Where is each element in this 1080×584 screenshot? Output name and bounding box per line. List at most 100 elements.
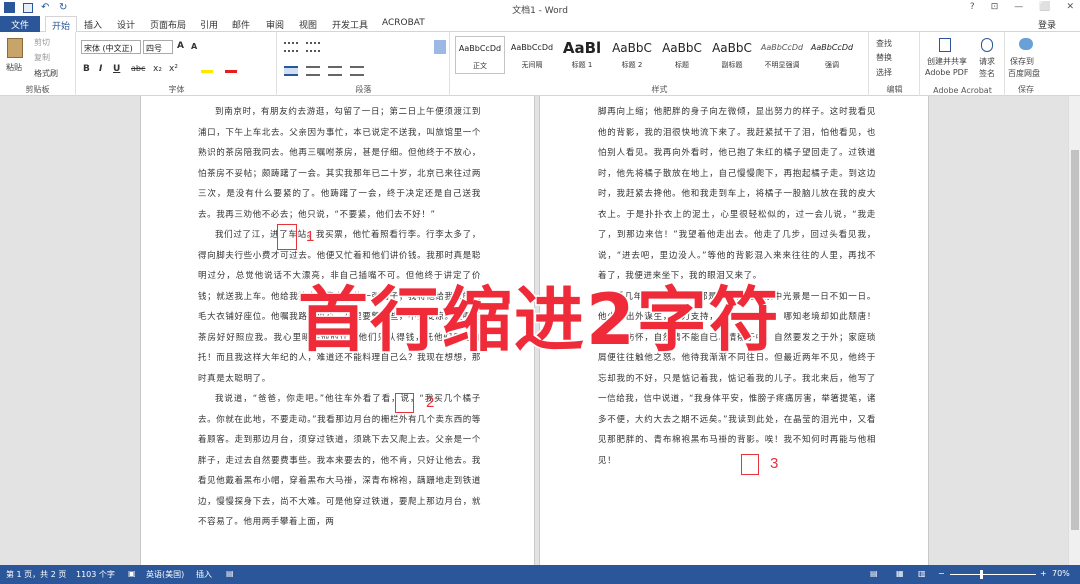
save-to-cloud-button[interactable]: 保存到: [1010, 56, 1034, 67]
cut-button[interactable]: 剪切: [34, 37, 50, 48]
help-icon[interactable]: ?: [970, 2, 975, 12]
bullets-icon[interactable]: [284, 42, 298, 52]
paragraph[interactable]: 到南京时，有朋友约去游逛，勾留了一日；第二日上午便须渡江到浦口，下午上车北去。父…: [198, 102, 481, 225]
insert-mode[interactable]: 插入: [196, 569, 212, 580]
paragraph[interactable]: 我说道，“爸爸，你走吧。”他往车外看了看，说，“我买几个橘子去。你就在此地，不要…: [198, 389, 481, 533]
save-group: 保存到 百度网盘 保存: [1006, 32, 1046, 96]
create-share-button[interactable]: 创建并共享: [927, 56, 967, 67]
sign-icon: [981, 38, 993, 52]
zoom-level[interactable]: 70%: [1052, 569, 1070, 578]
tab-references[interactable]: 引用: [200, 18, 218, 31]
tab-layout[interactable]: 页面布局: [150, 18, 186, 31]
read-mode-icon[interactable]: ▤: [870, 569, 878, 578]
editing-label: 编辑: [886, 85, 903, 94]
sign-label: 签名: [979, 69, 995, 78]
paste-button[interactable]: 粘贴: [6, 62, 22, 73]
tab-view[interactable]: 视图: [299, 18, 317, 31]
tab-developer[interactable]: 开发工具: [332, 18, 368, 31]
superscript-button[interactable]: x²: [169, 64, 178, 74]
show-marks-icon[interactable]: [434, 40, 446, 54]
marker-box-3: [741, 454, 759, 475]
find-button[interactable]: 查找: [876, 38, 892, 49]
style-normal[interactable]: AaBbCcDd 正文: [455, 36, 505, 74]
page-count[interactable]: 第 1 页，共 2 页: [6, 569, 66, 580]
ribbon-display-icon[interactable]: ⊡: [991, 2, 999, 12]
tab-home[interactable]: 开始: [45, 16, 78, 33]
styles-label: 样式: [651, 85, 668, 94]
tab-design[interactable]: 设计: [117, 18, 135, 31]
language[interactable]: 英语(美国): [146, 569, 184, 580]
highlight-icon[interactable]: [201, 70, 213, 73]
ribbon: 粘贴 剪切 复制 格式刷 剪贴板 宋体 (中文正) 四号 A A B I U a…: [0, 32, 1080, 96]
style-subtle-emphasis[interactable]: AaBbCcDd 不明显强调: [757, 36, 807, 74]
style-heading-2[interactable]: AaBbC 标题 2: [607, 36, 657, 74]
baidu-disk-label: 百度网盘: [1008, 69, 1040, 78]
font-group: 宋体 (中文正) 四号 A A B I U abc x₂ x² 字体: [77, 32, 277, 96]
font-size-select[interactable]: 四号: [143, 40, 173, 54]
acrobat-label: Adobe Acrobat: [933, 86, 992, 95]
italic-button[interactable]: I: [99, 64, 102, 74]
proofing-icon[interactable]: ▣: [128, 569, 136, 578]
styles-group: AaBbCcDd 正文 AaBbCcDd 无间隔 AaBl 标题 1 AaBbC 标题 …: [451, 32, 869, 96]
select-button[interactable]: 选择: [876, 67, 892, 78]
numbering-icon[interactable]: [306, 42, 320, 52]
style-title[interactable]: AaBbC 标题: [657, 36, 707, 74]
print-layout-icon[interactable]: ▦: [896, 569, 904, 578]
close-button[interactable]: ✕: [1066, 2, 1074, 12]
marker-number-1: 1: [306, 228, 315, 245]
overlay-caption: 首行缩进2字符: [297, 278, 781, 363]
vertical-scrollbar[interactable]: [1068, 96, 1080, 565]
subscript-button[interactable]: x₂: [153, 64, 162, 74]
marker-box-1: [277, 224, 297, 250]
align-right-icon[interactable]: [328, 66, 342, 76]
align-left-icon[interactable]: [284, 66, 298, 76]
justify-icon[interactable]: [350, 66, 364, 76]
editing-group: 查找 替换 选择 编辑: [870, 32, 920, 96]
web-layout-icon[interactable]: ▥: [918, 569, 926, 578]
ribbon-tabs: 文件 开始 插入 设计 页面布局 引用 邮件 审阅 视图 开发工具 ACROBA…: [0, 16, 1080, 33]
font-label: 字体: [168, 85, 185, 94]
zoom-slider[interactable]: [950, 574, 1036, 575]
cloud-icon: [1019, 38, 1033, 50]
status-bar: 第 1 页，共 2 页 1103 个字 ▣ 英语(美国) 插入 ▤ ▤ ▦ ▥ …: [0, 565, 1080, 584]
scrollbar-thumb[interactable]: [1071, 150, 1079, 530]
title-bar: ↶ ↻ 文档1 - Word ? ⊡ — ⬜ ✕: [0, 0, 1080, 16]
login-link[interactable]: 登录: [1038, 18, 1056, 31]
font-name-select[interactable]: 宋体 (中文正): [81, 40, 141, 54]
paragraph-group: 段落: [278, 32, 450, 96]
word-count[interactable]: 1103 个字: [76, 569, 115, 580]
minimize-button[interactable]: —: [1014, 2, 1023, 12]
replace-button[interactable]: 替换: [876, 52, 892, 63]
tab-mailings[interactable]: 邮件: [232, 18, 250, 31]
bold-button[interactable]: B: [83, 64, 90, 74]
restore-button[interactable]: ⬜: [1039, 2, 1050, 12]
shrink-font-button[interactable]: A: [191, 42, 197, 51]
strikethrough-button[interactable]: abc: [131, 64, 145, 73]
underline-button[interactable]: U: [113, 64, 120, 74]
align-center-icon[interactable]: [306, 66, 320, 76]
acrobat-group: 创建并共享 Adobe PDF 请求 签名 Adobe Acrobat: [921, 32, 1005, 96]
tab-acrobat[interactable]: ACROBAT: [382, 18, 425, 28]
macro-icon[interactable]: ▤: [226, 569, 234, 578]
clipboard-label: 剪贴板: [25, 85, 50, 94]
font-color-icon[interactable]: [225, 70, 237, 73]
style-no-spacing[interactable]: AaBbCcDd 无间隔: [507, 36, 557, 74]
marker-box-2: [395, 393, 414, 413]
style-heading-1[interactable]: AaBl 标题 1: [557, 36, 607, 74]
request-sign-button[interactable]: 请求: [979, 56, 995, 67]
tab-insert[interactable]: 插入: [84, 18, 102, 31]
zoom-slider-thumb[interactable]: [980, 570, 983, 579]
marker-number-2: 2: [426, 394, 435, 411]
grow-font-button[interactable]: A: [177, 41, 184, 51]
paragraph[interactable]: 脚再向上缩；他肥胖的身子向左微倾，显出努力的样子。这时我看见他的背影，我的泪很快…: [598, 102, 876, 287]
tab-review[interactable]: 审阅: [266, 18, 284, 31]
paragraph-label: 段落: [355, 85, 372, 94]
paste-icon[interactable]: [7, 38, 23, 58]
style-emphasis[interactable]: AaBbCcDd 强调: [807, 36, 857, 74]
zoom-out-icon[interactable]: −: [938, 569, 945, 578]
format-painter-button[interactable]: 格式刷: [34, 68, 58, 79]
style-subtitle[interactable]: AaBbC 副标题: [707, 36, 757, 74]
zoom-in-icon[interactable]: +: [1040, 569, 1047, 578]
copy-button[interactable]: 复制: [34, 52, 50, 63]
tab-file[interactable]: 文件: [0, 16, 40, 32]
